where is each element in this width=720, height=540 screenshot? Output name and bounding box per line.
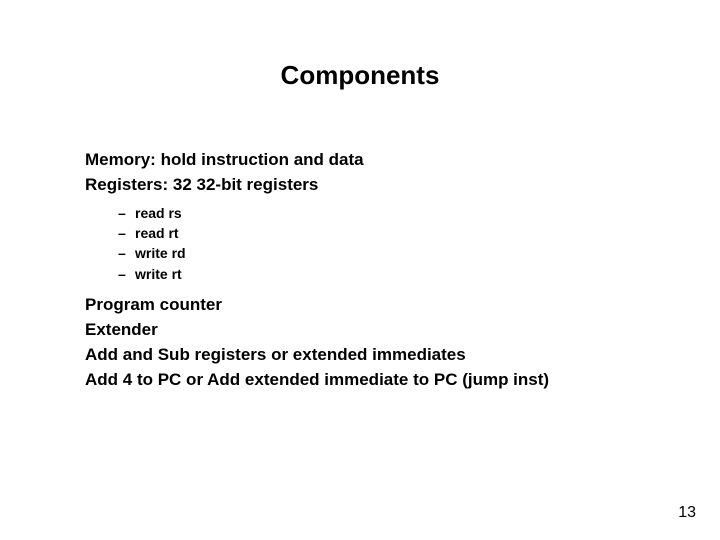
sub-item-read-rs: read rs bbox=[85, 203, 635, 223]
sub-item-read-rt: read rt bbox=[85, 223, 635, 243]
slide-container: Components Memory: hold instruction and … bbox=[0, 0, 720, 540]
sub-item-write-rd: write rd bbox=[85, 243, 635, 263]
item-extender: Extender bbox=[85, 319, 635, 342]
item-add-4-pc: Add 4 to PC or Add extended immediate to… bbox=[85, 369, 635, 392]
sub-item-write-rt: write rt bbox=[85, 264, 635, 284]
sub-list: read rs read rt write rd write rt bbox=[85, 203, 635, 284]
slide-title: Components bbox=[85, 60, 635, 91]
page-number: 13 bbox=[678, 504, 696, 522]
item-registers: Registers: 32 32-bit registers bbox=[85, 174, 635, 197]
item-memory: Memory: hold instruction and data bbox=[85, 149, 635, 172]
item-add-sub: Add and Sub registers or extended immedi… bbox=[85, 344, 635, 367]
item-program-counter: Program counter bbox=[85, 294, 635, 317]
